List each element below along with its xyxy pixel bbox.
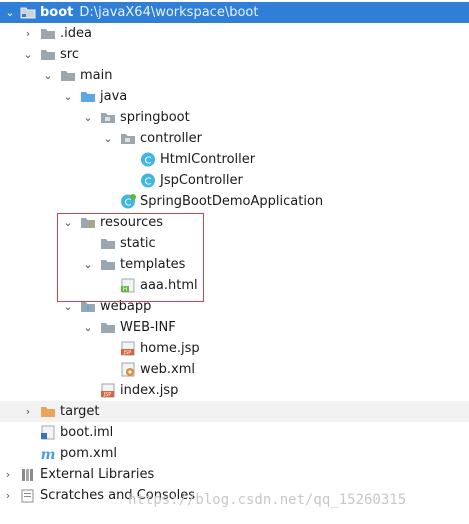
chevron-right-icon[interactable]: ›: [22, 23, 34, 44]
web-folder-icon: [81, 302, 95, 312]
jsp-file-icon: JSP: [101, 383, 115, 398]
tree-row-resources[interactable]: ⌄ resources: [0, 212, 469, 233]
tree-row-project-root[interactable]: ⌄ boot D:\javaX64\workspace\boot: [0, 2, 469, 23]
jsp-file-icon: JSP: [121, 341, 135, 356]
tree-label: home.jsp: [140, 341, 200, 356]
folder-icon: [41, 29, 55, 39]
folder-icon: [20, 7, 36, 19]
tree-row-jspcontroller[interactable]: C JspController: [0, 170, 469, 191]
tree-label: src: [60, 47, 79, 62]
folder-icon: [101, 260, 115, 270]
tree-row-springboot[interactable]: ⌄ springboot: [0, 107, 469, 128]
maven-icon: m: [41, 447, 56, 461]
iml-file-icon: [41, 425, 55, 440]
tree-row-main[interactable]: ⌄ main: [0, 65, 469, 86]
svg-text:C: C: [125, 198, 132, 209]
tree-label: boot.iml: [60, 425, 114, 440]
tree-label: springboot: [120, 110, 190, 125]
tree-label: target: [60, 404, 100, 419]
folder-icon: [101, 239, 115, 249]
chevron-down-icon[interactable]: ⌄: [22, 44, 34, 65]
tree-row-target[interactable]: › target: [0, 401, 469, 422]
scratches-icon: [21, 489, 34, 503]
chevron-down-icon[interactable]: ⌄: [102, 128, 114, 149]
tree-label: JspController: [160, 173, 243, 188]
folder-icon: [41, 50, 55, 60]
source-folder-icon: [81, 92, 95, 102]
tree-label: External Libraries: [40, 467, 155, 482]
class-icon: C: [141, 173, 155, 188]
svg-text:C: C: [145, 177, 152, 188]
tree-label: static: [120, 236, 156, 251]
tree-row-web-xml[interactable]: web.xml: [0, 359, 469, 380]
tree-row-boot-iml[interactable]: boot.iml: [0, 422, 469, 443]
tree-label: controller: [140, 131, 203, 146]
chevron-right-icon[interactable]: ›: [22, 401, 34, 422]
folder-icon: [61, 71, 75, 81]
tree-label: web.xml: [140, 362, 195, 377]
chevron-down-icon[interactable]: ⌄: [82, 254, 94, 275]
tree-row-src[interactable]: ⌄ src: [0, 44, 469, 65]
project-name: boot: [40, 5, 74, 20]
tree-label: HtmlController: [160, 152, 256, 167]
tree-label: .idea: [60, 26, 92, 41]
chevron-right-icon[interactable]: ›: [2, 464, 14, 485]
html-file-icon: H: [121, 278, 135, 293]
spring-boot-class-icon: C: [121, 194, 136, 209]
tree-label: resources: [100, 215, 164, 230]
folder-icon: [101, 323, 115, 333]
libraries-icon: [22, 469, 33, 481]
excluded-folder-icon: [41, 407, 55, 417]
chevron-down-icon[interactable]: ⌄: [82, 107, 94, 128]
tree-row-pom-xml[interactable]: m pom.xml: [0, 443, 469, 464]
tree-row-home-jsp[interactable]: JSP home.jsp: [0, 338, 469, 359]
package-icon: [121, 134, 135, 144]
class-icon: C: [141, 152, 155, 167]
tree-row-idea[interactable]: › .idea: [0, 23, 469, 44]
chevron-down-icon[interactable]: ⌄: [4, 2, 16, 23]
tree-row-index-jsp[interactable]: JSP index.jsp: [0, 380, 469, 401]
tree-row-aaa-html[interactable]: H aaa.html: [0, 275, 469, 296]
tree-row-external-libraries[interactable]: › External Libraries: [0, 464, 469, 485]
svg-text:JSP: JSP: [103, 392, 112, 398]
tree-row-static[interactable]: static: [0, 233, 469, 254]
tree-row-controller[interactable]: ⌄ controller: [0, 128, 469, 149]
chevron-right-icon[interactable]: ›: [2, 485, 14, 506]
resources-folder-icon: [81, 218, 95, 228]
project-path: D:\javaX64\workspace\boot: [79, 5, 259, 20]
chevron-down-icon[interactable]: ⌄: [42, 65, 54, 86]
svg-text:C: C: [145, 156, 152, 167]
tree-label: templates: [120, 257, 186, 272]
tree-label: main: [80, 68, 113, 83]
tree-label: pom.xml: [60, 446, 117, 461]
tree-label: aaa.html: [140, 278, 198, 293]
tree-label: SpringBootDemoApplication: [140, 194, 324, 209]
svg-text:JSP: JSP: [123, 350, 132, 356]
tree-row-webapp[interactable]: ⌄ webapp: [0, 296, 469, 317]
svg-text:H: H: [123, 286, 128, 293]
chevron-down-icon[interactable]: ⌄: [82, 317, 94, 338]
tree-row-templates[interactable]: ⌄ templates: [0, 254, 469, 275]
tree-row-springbootdemoapplication[interactable]: C SpringBootDemoApplication: [0, 191, 469, 212]
chevron-down-icon[interactable]: ⌄: [62, 86, 74, 107]
tree-row-htmlcontroller[interactable]: C HtmlController: [0, 149, 469, 170]
chevron-down-icon[interactable]: ⌄: [62, 212, 74, 233]
xml-file-icon: [121, 362, 135, 377]
chevron-down-icon[interactable]: ⌄: [62, 296, 74, 317]
watermark: https://blog.csdn.net/qq_15260315: [128, 492, 407, 508]
svg-text:m: m: [41, 447, 56, 461]
tree-label: webapp: [100, 299, 152, 314]
tree-row-java[interactable]: ⌄ java: [0, 86, 469, 107]
package-icon: [101, 113, 115, 123]
tree-label: java: [100, 89, 128, 104]
tree-row-web-inf[interactable]: ⌄ WEB-INF: [0, 317, 469, 338]
tree-label: index.jsp: [120, 383, 179, 398]
tree-label: WEB-INF: [120, 320, 176, 335]
